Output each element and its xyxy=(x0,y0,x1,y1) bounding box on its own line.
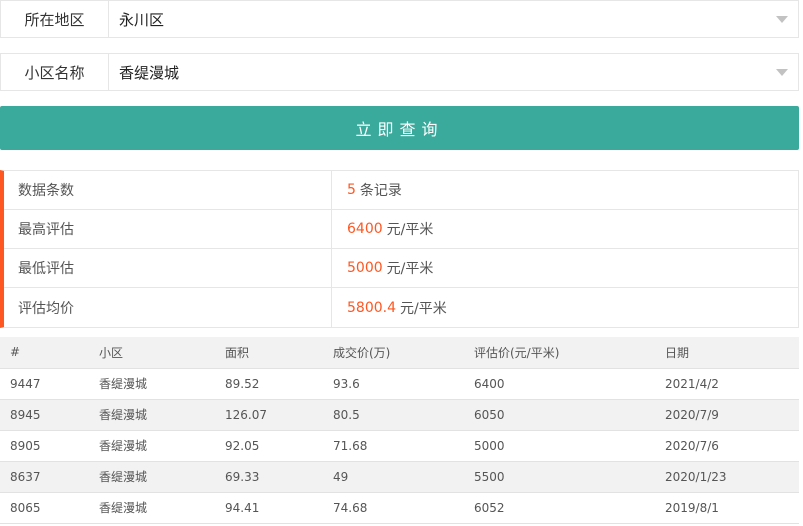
count-cell: 5 条记录 xyxy=(332,171,798,209)
cell-price: 71.68 xyxy=(323,430,464,462)
cell-id: 8065 xyxy=(0,492,89,524)
table-row: 8905 香缇漫城 92.05 71.68 5000 2020/7/6 xyxy=(0,430,799,462)
cell-id: 8945 xyxy=(0,399,89,431)
avg-unit: 元/平米 xyxy=(400,300,447,317)
cell-date: 2019/8/1 xyxy=(655,492,799,524)
community-selected-text: 香缇漫城 xyxy=(119,63,180,82)
count-label: 数据条数 xyxy=(4,171,332,209)
col-header-price: 成交价(万) xyxy=(323,337,464,369)
col-header-date: 日期 xyxy=(655,337,799,369)
community-label: 小区名称 xyxy=(1,54,109,90)
stats-row-count: 数据条数 5 条记录 xyxy=(4,171,798,210)
cell-community: 香缇漫城 xyxy=(89,368,215,400)
cell-eval: 5000 xyxy=(464,430,655,462)
count-value: 5 xyxy=(347,182,356,198)
stats-row-max: 最高评估 6400 元/平米 xyxy=(4,210,798,249)
stats-row-avg: 评估均价 5800.4 元/平米 xyxy=(4,288,798,327)
cell-eval: 6400 xyxy=(464,368,655,400)
max-cell: 6400 元/平米 xyxy=(332,210,798,248)
avg-value: 5800.4 xyxy=(347,299,396,316)
stats-row-min: 最低评估 5000 元/平米 xyxy=(4,249,798,288)
area-selected-text: 永川区 xyxy=(119,10,165,29)
col-header-community: 小区 xyxy=(89,337,215,369)
cell-price: 74.68 xyxy=(323,492,464,524)
table-row: 8945 香缇漫城 126.07 80.5 6050 2020/7/9 xyxy=(0,399,799,431)
cell-price: 93.6 xyxy=(323,368,464,400)
area-label: 所在地区 xyxy=(1,1,109,37)
cell-area: 126.07 xyxy=(215,399,323,431)
stats-summary: 数据条数 5 条记录 最高评估 6400 元/平米 最低评估 5000 元/平米… xyxy=(0,170,799,328)
community-select[interactable]: 小区名称 香缇漫城 xyxy=(0,53,799,91)
cell-area: 92.05 xyxy=(215,430,323,462)
col-header-area: 面积 xyxy=(215,337,323,369)
query-button[interactable]: 立即查询 xyxy=(0,106,799,150)
community-value[interactable]: 香缇漫城 xyxy=(109,54,798,90)
min-unit: 元/平米 xyxy=(386,261,434,277)
cell-id: 8905 xyxy=(0,430,89,462)
max-value: 6400 xyxy=(347,221,383,237)
cell-price: 49 xyxy=(323,461,464,493)
chevron-down-icon[interactable] xyxy=(776,69,788,76)
col-header-id: # xyxy=(0,337,89,369)
col-header-eval: 评估价(元/平米) xyxy=(464,337,655,369)
min-value: 5000 xyxy=(347,260,383,276)
cell-id: 8637 xyxy=(0,461,89,493)
max-unit: 元/平米 xyxy=(386,222,434,238)
cell-area: 89.52 xyxy=(215,368,323,400)
cell-date: 2021/4/2 xyxy=(655,368,799,400)
cell-area: 94.41 xyxy=(215,492,323,524)
max-label: 最高评估 xyxy=(4,210,332,248)
cell-community: 香缇漫城 xyxy=(89,461,215,493)
cell-area: 69.33 xyxy=(215,461,323,493)
cell-community: 香缇漫城 xyxy=(89,492,215,524)
cell-eval: 5500 xyxy=(464,461,655,493)
count-unit: 条记录 xyxy=(359,183,402,199)
cell-eval: 6050 xyxy=(464,399,655,431)
table-row: 8637 香缇漫城 69.33 49 5500 2020/1/23 xyxy=(0,461,799,493)
table-header-row: # 小区 面积 成交价(万) 评估价(元/平米) 日期 xyxy=(0,337,799,369)
area-select[interactable]: 所在地区 永川区 xyxy=(0,0,799,38)
min-label: 最低评估 xyxy=(4,249,332,287)
chevron-down-icon[interactable] xyxy=(776,16,788,23)
cell-date: 2020/7/6 xyxy=(655,430,799,462)
cell-date: 2020/1/23 xyxy=(655,461,799,493)
avg-label: 评估均价 xyxy=(4,288,332,327)
area-value[interactable]: 永川区 xyxy=(109,1,798,37)
table-row: 8065 香缇漫城 94.41 74.68 6052 2019/8/1 xyxy=(0,492,799,524)
cell-date: 2020/7/9 xyxy=(655,399,799,431)
cell-eval: 6052 xyxy=(464,492,655,524)
min-cell: 5000 元/平米 xyxy=(332,249,798,287)
avg-cell: 5800.4 元/平米 xyxy=(332,288,798,327)
cell-community: 香缇漫城 xyxy=(89,399,215,431)
records-table: # 小区 面积 成交价(万) 评估价(元/平米) 日期 9447 香缇漫城 89… xyxy=(0,337,799,524)
cell-id: 9447 xyxy=(0,368,89,400)
cell-price: 80.5 xyxy=(323,399,464,431)
cell-community: 香缇漫城 xyxy=(89,430,215,462)
table-row: 9447 香缇漫城 89.52 93.6 6400 2021/4/2 xyxy=(0,368,799,400)
